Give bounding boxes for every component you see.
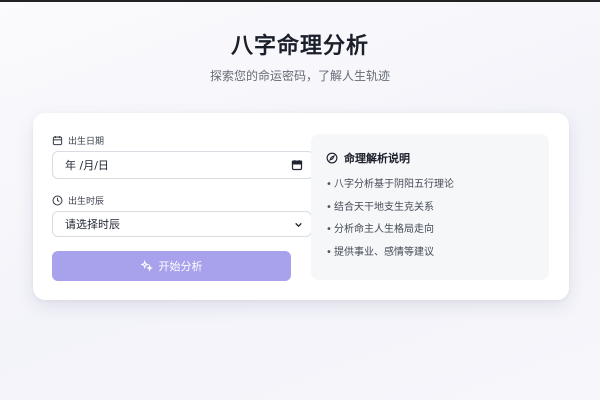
calendar-picker-icon[interactable] bbox=[291, 159, 303, 171]
analysis-card: 出生日期 年 /月/日 出生时辰 请选择时辰 开始分析 命理解析说明 • 八字分… bbox=[33, 113, 569, 300]
birth-time-label-text: 出生时辰 bbox=[68, 197, 105, 207]
page-title: 八字命理分析 bbox=[230, 34, 369, 59]
birth-time-label: 出生时辰 bbox=[52, 194, 104, 207]
birth-date-input[interactable]: 年 /月/日 bbox=[52, 151, 314, 179]
info-list-item: • 提供事业、感情等建议 bbox=[326, 246, 434, 258]
birth-date-value: 年 /月/日 bbox=[65, 159, 109, 172]
info-list-item: • 八字分析基于阴阳五行理论 bbox=[326, 179, 454, 190]
clock-icon bbox=[52, 195, 63, 206]
calendar-icon bbox=[52, 136, 63, 146]
top-border bbox=[0, 0, 600, 2]
sparkles-icon bbox=[140, 260, 153, 272]
info-list: • 八字分析基于阴阳五行理论 • 结合天干地支生克关系 • 分析命主人生格局走向 • 提… bbox=[326, 178, 454, 268]
birth-date-label: 出生日期 bbox=[52, 134, 104, 147]
start-analysis-label: 开始分析 bbox=[158, 260, 203, 273]
info-title-text: 命理解析说明 bbox=[344, 152, 410, 165]
birth-time-selected: 请选择时辰 bbox=[65, 218, 120, 231]
start-analysis-button[interactable]: 开始分析 bbox=[52, 251, 291, 281]
info-title: 命理解析说明 bbox=[326, 150, 410, 166]
birth-time-select[interactable]: 请选择时辰 bbox=[52, 211, 312, 237]
info-list-item: • 结合天干地支生克关系 bbox=[326, 201, 434, 213]
info-panel: 命理解析说明 • 八字分析基于阴阳五行理论 • 结合天干地支生克关系 • 分析命主人生… bbox=[311, 134, 549, 280]
info-list-item: • 分析命主人生格局走向 bbox=[326, 224, 434, 235]
page-subtitle: 探索您的命运密码，了解人生轨迹 bbox=[209, 69, 390, 83]
compass-icon bbox=[326, 152, 338, 164]
birth-date-label-text: 出生日期 bbox=[68, 137, 105, 147]
chevron-down-icon bbox=[295, 222, 302, 227]
